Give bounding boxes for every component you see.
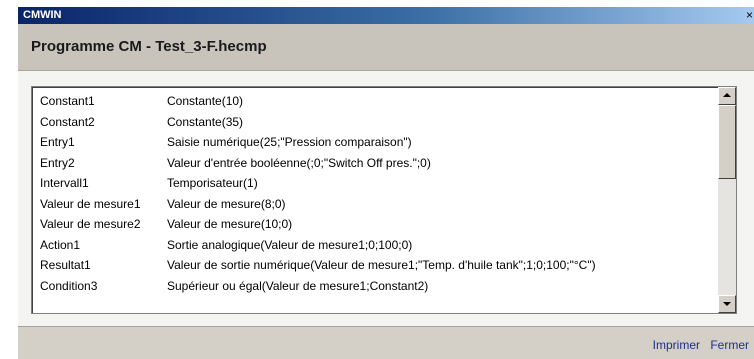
arrow-down-icon [723,302,731,306]
item-value: Temporisateur(1) [167,176,258,190]
cmwin-window: CMWIN × Programme CM - Test_3-F.hecmp Co… [17,6,754,359]
page-title: Programme CM - Test_3-F.hecmp [31,38,267,55]
item-value: Valeur de mesure(10;0) [167,217,293,231]
item-name: Resultat1 [40,258,91,272]
item-value: Constante(35) [167,114,244,129]
close-button[interactable]: Fermer [710,338,749,352]
item-name: Valeur de mesure2 [40,217,141,231]
scroll-down-button[interactable] [718,295,736,313]
item-value: Supérieur ou égal(Valeur de mesure1;Cons… [167,278,429,293]
program-list[interactable]: Constant1 Constante(10) Constant2 Consta… [31,86,737,314]
window-title: CMWIN [23,9,62,21]
item-name: Condition3 [40,278,98,293]
item-value: Valeur de mesure(8;0) [167,196,286,211]
item-name: Entry2 [40,155,75,170]
item-name: Constant1 [40,94,95,108]
content-panel: Constant1 Constante(10) Constant2 Consta… [18,71,754,326]
arrow-up-icon [723,93,731,97]
item-value: Constante(10) [167,94,244,108]
item-name: Valeur de mesure1 [40,196,141,211]
item-value: Valeur de sortie numérique(Valeur de mes… [167,258,596,272]
heading-panel: Programme CM - Test_3-F.hecmp [18,24,754,71]
title-bar[interactable]: CMWIN × [18,7,754,24]
close-icon[interactable]: × [744,7,754,24]
item-name: Constant2 [40,114,95,129]
print-button[interactable]: Imprimer [653,338,700,352]
footer-bar: Imprimer Fermer [18,326,754,359]
item-name: Action1 [40,237,81,252]
item-name: Intervall1 [40,176,89,190]
item-value: Saisie numérique(25;"Pression comparaiso… [167,135,412,149]
item-value: Valeur d'entrée booléenne(;0;"Switch Off… [167,155,431,170]
scroll-thumb[interactable] [718,105,736,179]
item-value: Sortie analogique(Valeur de mesure1;0;10… [167,237,413,252]
item-name: Entry1 [40,135,75,149]
vertical-scrollbar[interactable] [718,87,736,313]
scroll-up-button[interactable] [718,87,736,105]
